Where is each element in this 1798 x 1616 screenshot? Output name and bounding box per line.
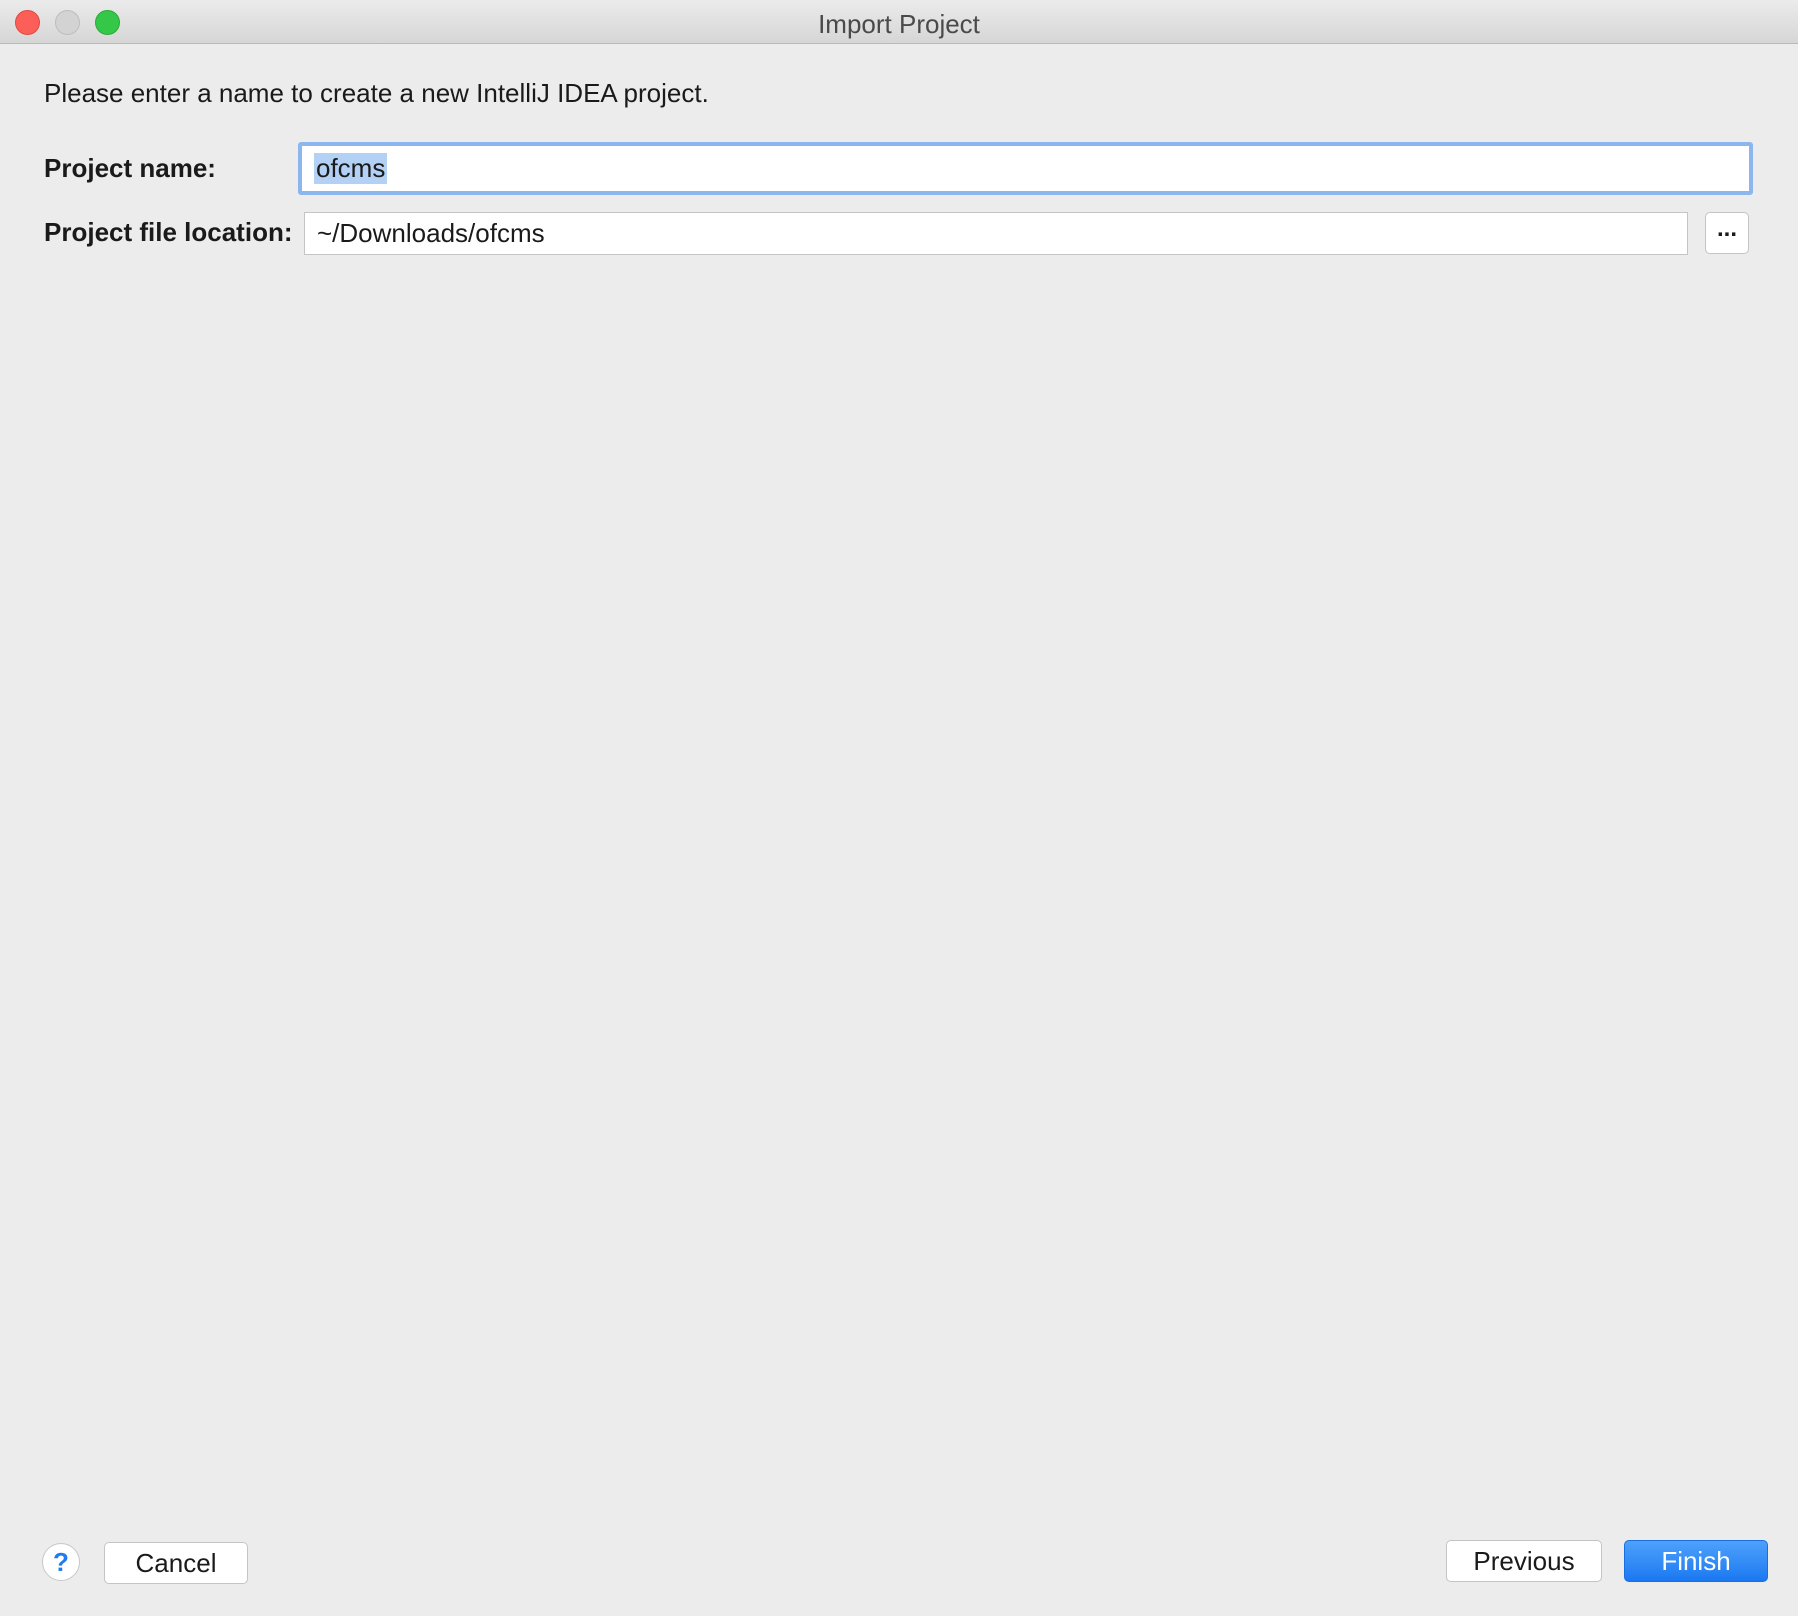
cancel-button[interactable]: Cancel: [104, 1542, 248, 1584]
project-name-value: ofcms: [314, 153, 388, 184]
project-name-input[interactable]: ofcms: [298, 142, 1753, 195]
project-location-label: Project file location:: [44, 217, 293, 247]
window-title: Import Project: [818, 9, 980, 39]
title-bar[interactable]: Import Project: [0, 0, 1798, 44]
project-name-label: Project name:: [44, 153, 216, 183]
project-location-value: ~/Downloads/ofcms: [317, 218, 545, 248]
browse-location-button[interactable]: ...: [1705, 212, 1749, 254]
help-button[interactable]: ?: [42, 1543, 80, 1581]
previous-button[interactable]: Previous: [1446, 1540, 1602, 1582]
intro-text: Please enter a name to create a new Inte…: [44, 78, 709, 108]
import-project-dialog: Import Project Please enter a name to cr…: [0, 0, 1798, 1616]
project-location-input[interactable]: ~/Downloads/ofcms: [304, 212, 1688, 255]
finish-button[interactable]: Finish: [1624, 1540, 1768, 1582]
